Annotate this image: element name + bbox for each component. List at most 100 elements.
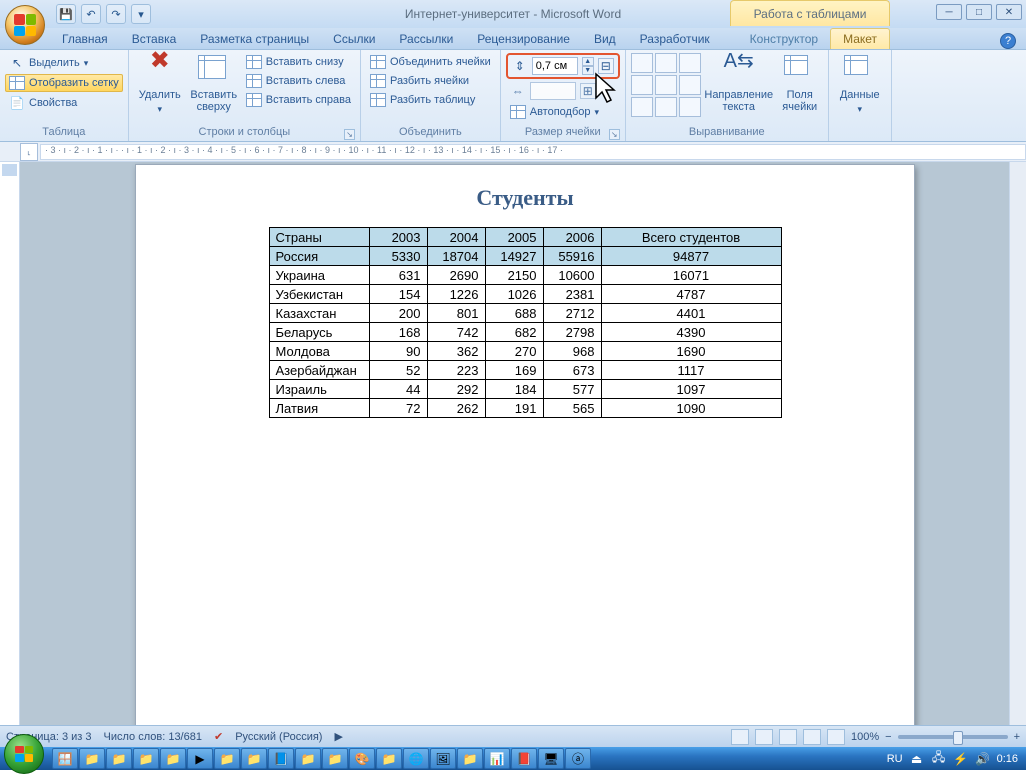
select-button[interactable]: ↖Выделить▾ [5, 53, 92, 73]
task-item[interactable]: 🪟 [52, 748, 78, 769]
table-cell[interactable]: 154 [369, 285, 427, 304]
table-cell[interactable]: 16071 [601, 266, 781, 285]
table-header[interactable]: 2003 [369, 228, 427, 247]
task-item[interactable]: 📁 [376, 748, 402, 769]
insert-above-button[interactable]: Вставить сверху [188, 53, 240, 115]
tab-table-layout[interactable]: Макет [830, 28, 890, 49]
view-print-button[interactable] [731, 729, 749, 745]
tray-lang[interactable]: RU [887, 753, 903, 765]
table-cell[interactable]: 2712 [543, 304, 601, 323]
show-grid-button[interactable]: Отобразить сетку [5, 74, 123, 92]
status-language[interactable]: Русский (Россия) [235, 731, 322, 743]
table-cell[interactable]: Латвия [269, 399, 369, 418]
table-cell[interactable]: Беларусь [269, 323, 369, 342]
vertical-scrollbar[interactable] [1009, 162, 1026, 730]
table-cell[interactable]: 362 [427, 342, 485, 361]
tray-safely-remove-icon[interactable]: ⏏ [909, 751, 925, 767]
table-cell[interactable]: Азербайджан [269, 361, 369, 380]
row-height-input[interactable] [532, 57, 578, 75]
table-row[interactable]: Беларусь16874268227984390 [269, 323, 781, 342]
task-item[interactable]: 📁 [214, 748, 240, 769]
table-cell[interactable]: 191 [485, 399, 543, 418]
cell-size-launcher[interactable]: ↘ [609, 129, 620, 140]
table-cell[interactable]: 72 [369, 399, 427, 418]
distribute-rows-icon[interactable]: ⊟ [598, 58, 614, 74]
tab-view[interactable]: Вид [582, 29, 628, 49]
task-item[interactable]: 📘 [268, 748, 294, 769]
column-width-input[interactable] [530, 82, 576, 100]
task-item[interactable]: 📁 [322, 748, 348, 769]
table-row[interactable]: Азербайджан522231696731117 [269, 361, 781, 380]
table-cell[interactable]: 801 [427, 304, 485, 323]
tray-network-icon[interactable]: 🖧 [931, 751, 947, 767]
table-cell[interactable]: 1026 [485, 285, 543, 304]
table-cell[interactable]: Израиль [269, 380, 369, 399]
align-tc-button[interactable] [655, 53, 677, 73]
autofit-button[interactable]: Автоподбор▾ [506, 103, 603, 121]
task-item[interactable]: 🖼 [430, 748, 456, 769]
table-cell[interactable]: 4787 [601, 285, 781, 304]
table-cell[interactable]: 262 [427, 399, 485, 418]
data-button[interactable]: Данные▾ [834, 53, 886, 117]
table-cell[interactable]: 673 [543, 361, 601, 380]
table-header[interactable]: 2006 [543, 228, 601, 247]
tab-review[interactable]: Рецензирование [465, 29, 582, 49]
view-fullscreen-button[interactable] [755, 729, 773, 745]
task-item[interactable]: 🖥 [538, 748, 564, 769]
align-mc-button[interactable] [655, 75, 677, 95]
align-tl-button[interactable] [631, 53, 653, 73]
table-header[interactable]: Всего студентов [601, 228, 781, 247]
insert-left-button[interactable]: Вставить слева [242, 72, 355, 90]
split-table-button[interactable]: Разбить таблицу [366, 91, 479, 109]
table-row[interactable]: Израиль442921845771097 [269, 380, 781, 399]
table-cell[interactable]: 270 [485, 342, 543, 361]
table-cell[interactable]: 2798 [543, 323, 601, 342]
table-cell[interactable]: 2690 [427, 266, 485, 285]
table-cell[interactable]: 52 [369, 361, 427, 380]
table-cell[interactable]: 1690 [601, 342, 781, 361]
table-cell[interactable]: 4401 [601, 304, 781, 323]
view-web-button[interactable] [779, 729, 797, 745]
view-draft-button[interactable] [827, 729, 845, 745]
close-button[interactable]: ✕ [996, 4, 1022, 20]
table-cell[interactable]: 1097 [601, 380, 781, 399]
qat-undo-button[interactable]: ↶ [81, 4, 101, 24]
text-direction-button[interactable]: A⇆ Направление текста [703, 53, 775, 115]
status-macro-icon[interactable]: ▶ [334, 730, 342, 743]
table-cell[interactable]: 1226 [427, 285, 485, 304]
tab-table-design[interactable]: Конструктор [738, 29, 830, 49]
tab-references[interactable]: Ссылки [321, 29, 387, 49]
zoom-label[interactable]: 100% [851, 731, 879, 743]
task-item[interactable]: 🎨 [349, 748, 375, 769]
task-item[interactable]: 📁 [133, 748, 159, 769]
qat-save-button[interactable]: 💾 [56, 4, 76, 24]
align-bl-button[interactable] [631, 97, 653, 117]
row-height-down-button[interactable]: ▼ [582, 66, 594, 75]
table-cell[interactable]: 2150 [485, 266, 543, 285]
task-item[interactable]: 📁 [160, 748, 186, 769]
office-button[interactable] [5, 5, 45, 45]
table-cell[interactable]: 184 [485, 380, 543, 399]
qat-customize-button[interactable]: ▾ [131, 4, 151, 24]
tab-page-layout[interactable]: Разметка страницы [188, 29, 321, 49]
task-item[interactable]: 📊 [484, 748, 510, 769]
tray-volume-icon[interactable]: 🔊 [975, 751, 991, 767]
tray-power-icon[interactable]: ⚡ [953, 751, 969, 767]
help-button[interactable]: ? [1000, 33, 1016, 49]
table-cell[interactable]: 200 [369, 304, 427, 323]
status-proofing-icon[interactable]: ✔ [214, 730, 223, 743]
task-item[interactable]: ⓐ [565, 748, 591, 769]
align-ml-button[interactable] [631, 75, 653, 95]
insert-right-button[interactable]: Вставить справа [242, 91, 355, 109]
status-word-count[interactable]: Число слов: 13/681 [104, 731, 202, 743]
table-cell[interactable]: 223 [427, 361, 485, 380]
table-cell[interactable]: 169 [485, 361, 543, 380]
table-row[interactable]: Украина631269021501060016071 [269, 266, 781, 285]
table-header[interactable]: Страны [269, 228, 369, 247]
column-width-control[interactable]: ⇔ ⊞ [506, 80, 600, 102]
table-cell[interactable]: Украина [269, 266, 369, 285]
insert-below-button[interactable]: Вставить снизу [242, 53, 355, 71]
table-cell[interactable]: 5330 [369, 247, 427, 266]
task-item[interactable]: 🌐 [403, 748, 429, 769]
rows-columns-launcher[interactable]: ↘ [344, 129, 355, 140]
